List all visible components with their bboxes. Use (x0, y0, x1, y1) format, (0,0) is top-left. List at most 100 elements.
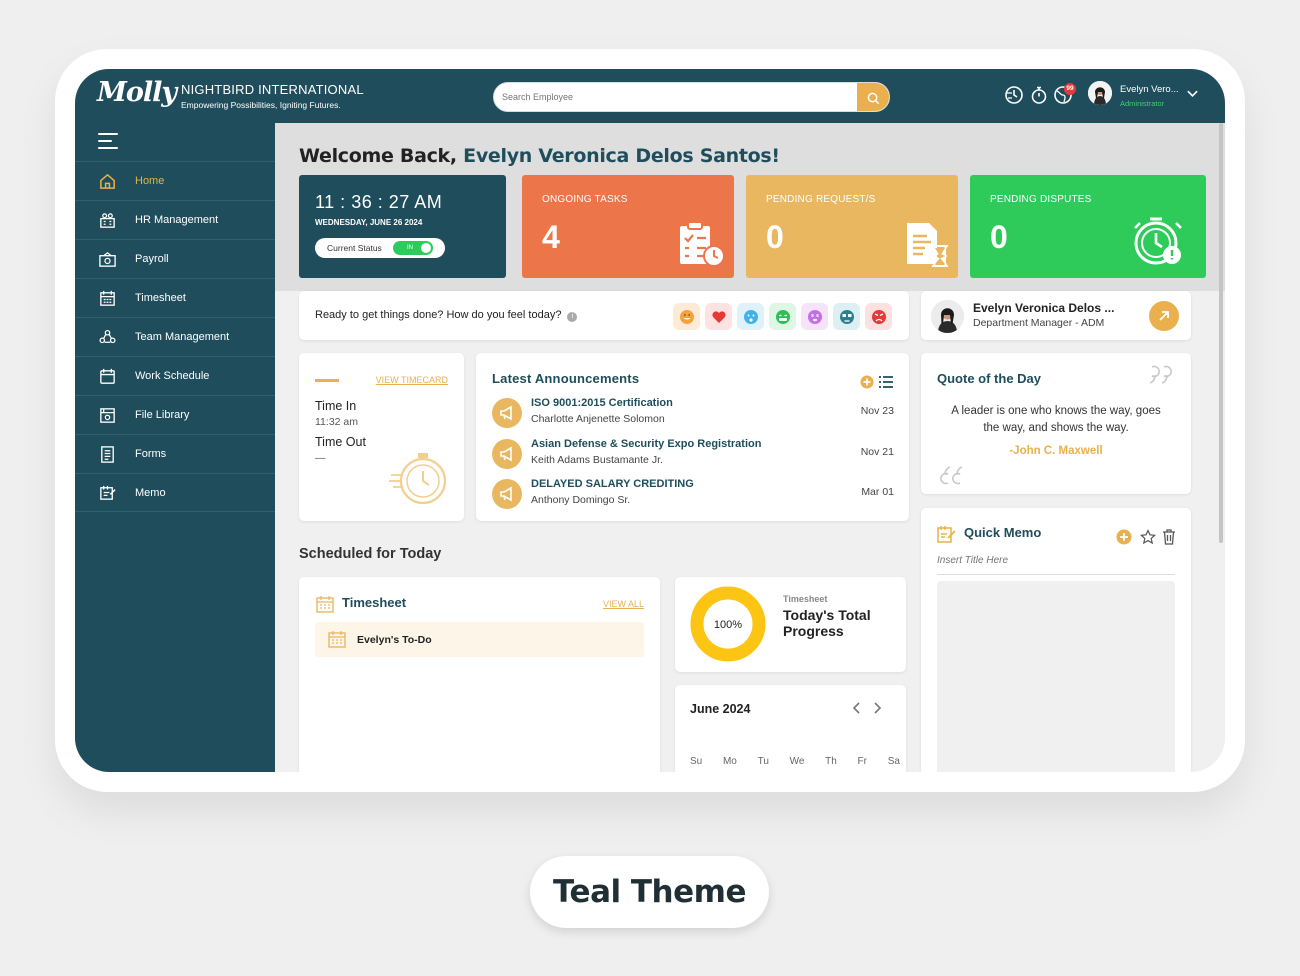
arrow-up-right-icon (1159, 311, 1169, 321)
view-timecard-link[interactable]: VIEW TIMECARD (376, 375, 448, 385)
welcome-user-name: Evelyn Veronica Delos Santos! (463, 145, 780, 167)
chevron-right-icon[interactable] (872, 701, 882, 715)
profile-card: Evelyn Veronica Delos ... Department Man… (921, 291, 1191, 340)
announcement-item[interactable]: DELAYED SALARY CREDITING Anthony Domingo… (492, 477, 894, 511)
closing-quote-icon (1149, 365, 1172, 384)
stat-value: 0 (990, 219, 1008, 255)
alarm-clock-alert-icon (1134, 217, 1182, 265)
memo-title-input[interactable] (937, 555, 1175, 575)
calendar-icon (100, 368, 115, 384)
announcement-title: DELAYED SALARY CREDITING (531, 478, 694, 490)
time-out-label: Time Out (315, 435, 366, 449)
announcement-author: Anthony Domingo Sr. (531, 494, 631, 506)
sidebar-item-label: Team Management (135, 331, 230, 343)
sidebar-item-label: Home (135, 175, 165, 187)
ongoing-tasks-card[interactable]: ONGOING TASKS 4 (522, 175, 734, 278)
add-announcement-icon[interactable] (860, 375, 874, 389)
sidebar-item-payroll[interactable]: Payroll (75, 239, 275, 278)
weekday: Sa (887, 756, 900, 767)
time-out-value: — (315, 452, 326, 464)
chevron-left-icon[interactable] (852, 701, 862, 715)
payroll-icon (99, 251, 116, 267)
status-toggle[interactable]: IN (393, 241, 433, 255)
emoji-happy[interactable] (673, 303, 700, 330)
user-avatar[interactable] (1088, 81, 1112, 105)
sidebar-item-hr-management[interactable]: HR Management (75, 200, 275, 239)
weekday: Mo (722, 756, 737, 767)
todo-label: Evelyn's To-Do (357, 634, 432, 646)
announcement-author: Charlotte Anjenette Solomon (531, 413, 665, 425)
company-tagline: Empowering Possibilities, Igniting Futur… (181, 100, 341, 110)
sidebar-item-home[interactable]: Home (75, 161, 275, 200)
sidebar-nav: Home HR Management Payroll Timesheet Tea… (75, 161, 275, 512)
stat-label: PENDING DISPUTES (990, 194, 1092, 205)
announcement-date: Nov 21 (860, 446, 894, 458)
announcement-author: Keith Adams Bustamante Jr. (531, 454, 663, 466)
announcement-title: Asian Defense & Security Expo Registrati… (531, 438, 762, 450)
megaphone-icon (492, 398, 522, 428)
quick-memo-card: Quick Memo (921, 508, 1191, 772)
sidebar-item-timesheet[interactable]: Timesheet (75, 278, 275, 317)
add-memo-icon[interactable] (1116, 529, 1132, 545)
menu-toggle-icon[interactable] (98, 133, 118, 151)
time-globe-icon[interactable] (1004, 85, 1024, 105)
quote-card: Quote of the Day A leader is one who kno… (921, 353, 1191, 494)
stopwatch-icon[interactable] (1029, 85, 1049, 105)
sidebar-item-work-schedule[interactable]: Work Schedule (75, 356, 275, 395)
emoji-sick[interactable] (769, 303, 796, 330)
announcement-item[interactable]: ISO 9001:2015 Certification Charlotte An… (492, 396, 894, 430)
chevron-down-icon[interactable] (1186, 87, 1199, 100)
emoji-surprised[interactable] (737, 303, 764, 330)
document-hourglass-icon (907, 223, 948, 267)
avatar-image (1088, 81, 1112, 105)
emoji-dizzy[interactable] (801, 303, 828, 330)
search-button[interactable] (857, 83, 889, 111)
sidebar-item-label: Memo (135, 486, 166, 499)
status-value: IN (407, 245, 413, 251)
user-role: Administrator (1120, 99, 1165, 108)
emoji-angry[interactable] (865, 303, 892, 330)
announcement-date: Mar 01 (861, 486, 894, 498)
info-icon[interactable]: i (567, 312, 578, 322)
welcome-heading: Welcome Back, Evelyn Veronica Delos Sant… (299, 145, 780, 167)
open-profile-button[interactable] (1149, 301, 1179, 331)
view-all-link[interactable]: VIEW ALL (603, 599, 644, 609)
emoji-tired[interactable] (833, 303, 860, 330)
memo-icon (100, 485, 116, 500)
profile-role: Department Manager - ADM (973, 317, 1105, 329)
sick-face-icon (775, 309, 790, 324)
weekday: Th (825, 756, 837, 767)
app-logo[interactable]: Molly (97, 77, 177, 108)
scrollbar[interactable] (1219, 123, 1223, 543)
announcements-card: Latest Announcements ISO 9001:2015 Certi… (476, 353, 909, 521)
sidebar-item-forms[interactable]: Forms (75, 434, 275, 473)
weekday: Su (690, 756, 703, 767)
sidebar-item-memo[interactable]: Memo (75, 473, 275, 512)
clipboard-clock-icon (680, 221, 725, 267)
sidebar-item-team-management[interactable]: Team Management (75, 317, 275, 356)
quote-title: Quote of the Day (937, 371, 1042, 386)
stat-label: ONGOING TASKS (542, 194, 628, 205)
trash-icon[interactable] (1162, 529, 1176, 545)
pending-requests-card[interactable]: PENDING REQUEST/S 0 (746, 175, 958, 278)
profile-photo (931, 300, 964, 333)
list-icon[interactable] (878, 375, 894, 389)
quote-author: -John C. Maxwell (1009, 445, 1103, 457)
surprised-face-icon (743, 309, 758, 324)
sidebar-item-file-library[interactable]: File Library (75, 395, 275, 434)
search-input[interactable] (494, 83, 854, 111)
sidebar: Home HR Management Payroll Timesheet Tea… (75, 123, 275, 772)
user-name[interactable]: Evelyn Vero... (1120, 84, 1179, 95)
star-icon[interactable] (1140, 529, 1156, 545)
search-icon (867, 92, 879, 104)
todo-item[interactable]: Evelyn's To-Do (315, 622, 644, 657)
emoji-love[interactable] (705, 303, 732, 330)
pending-disputes-card[interactable]: PENDING DISPUTES 0 (970, 175, 1206, 278)
announcement-item[interactable]: Asian Defense & Security Expo Registrati… (492, 437, 894, 471)
todo-calendar-icon (328, 631, 346, 648)
tired-face-icon (839, 309, 854, 324)
announcements-title: Latest Announcements (492, 371, 640, 386)
progress-percent: 100% (714, 619, 742, 631)
progress-title: Today's Total Progress (783, 607, 871, 639)
memo-body-area[interactable] (937, 581, 1175, 772)
